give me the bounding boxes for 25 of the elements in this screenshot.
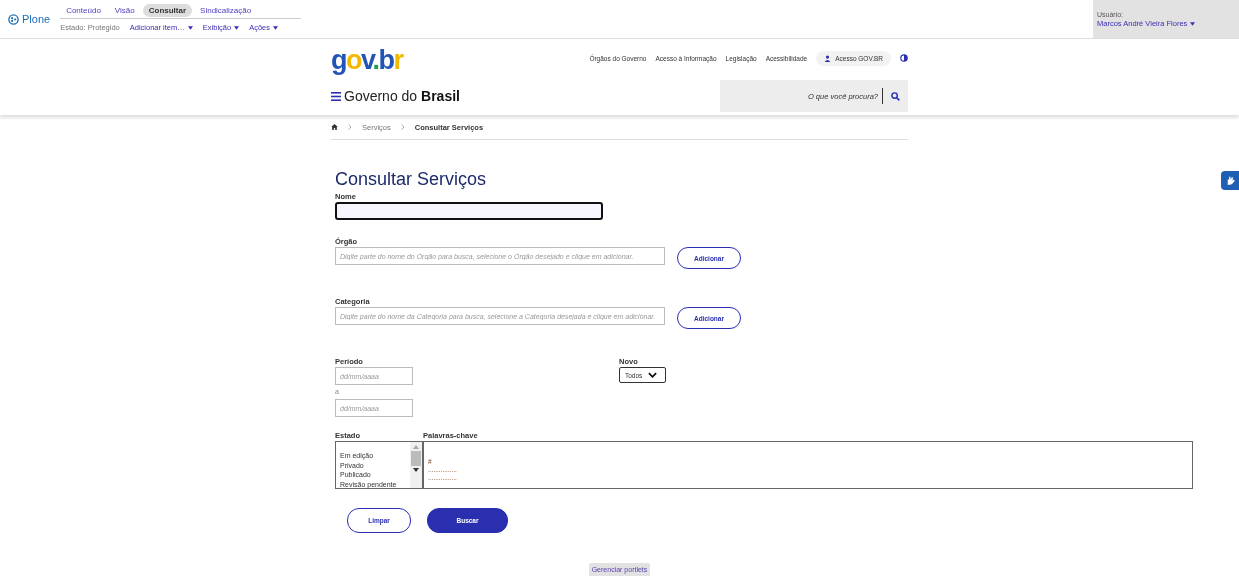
page-title: Consultar Serviços [335,168,488,190]
toolbar-tab[interactable]: Consultar [142,4,193,17]
toolbar-tab[interactable]: Sindicalização [194,4,258,17]
caret-icon [273,26,278,30]
menu-icon[interactable] [331,91,341,101]
chevron-right-icon [400,124,405,130]
accessibility-button[interactable] [1221,171,1239,190]
down-arrow-icon[interactable] [413,468,419,472]
caret-icon [234,26,240,30]
plone-logo-icon [8,13,19,25]
caret-icon [187,26,193,30]
chevron-down-icon [648,372,658,378]
toolbar-tab[interactable]: Visão [108,4,141,17]
chevron-right-icon [348,124,352,130]
toolbar-tab[interactable]: Conteúdo [60,4,107,17]
user-icon [824,54,832,62]
search-icon[interactable] [891,91,900,101]
caret-icon [1190,22,1196,26]
home-icon[interactable] [331,124,338,130]
site-title: Governo do Brasil [344,88,460,104]
plone-logo-text[interactable]: Plone [22,13,51,25]
site-logo[interactable]: gov.br [331,44,403,76]
scrollbar[interactable] [410,442,422,488]
name-field[interactable] [335,202,603,220]
contrast-icon[interactable] [900,54,908,62]
